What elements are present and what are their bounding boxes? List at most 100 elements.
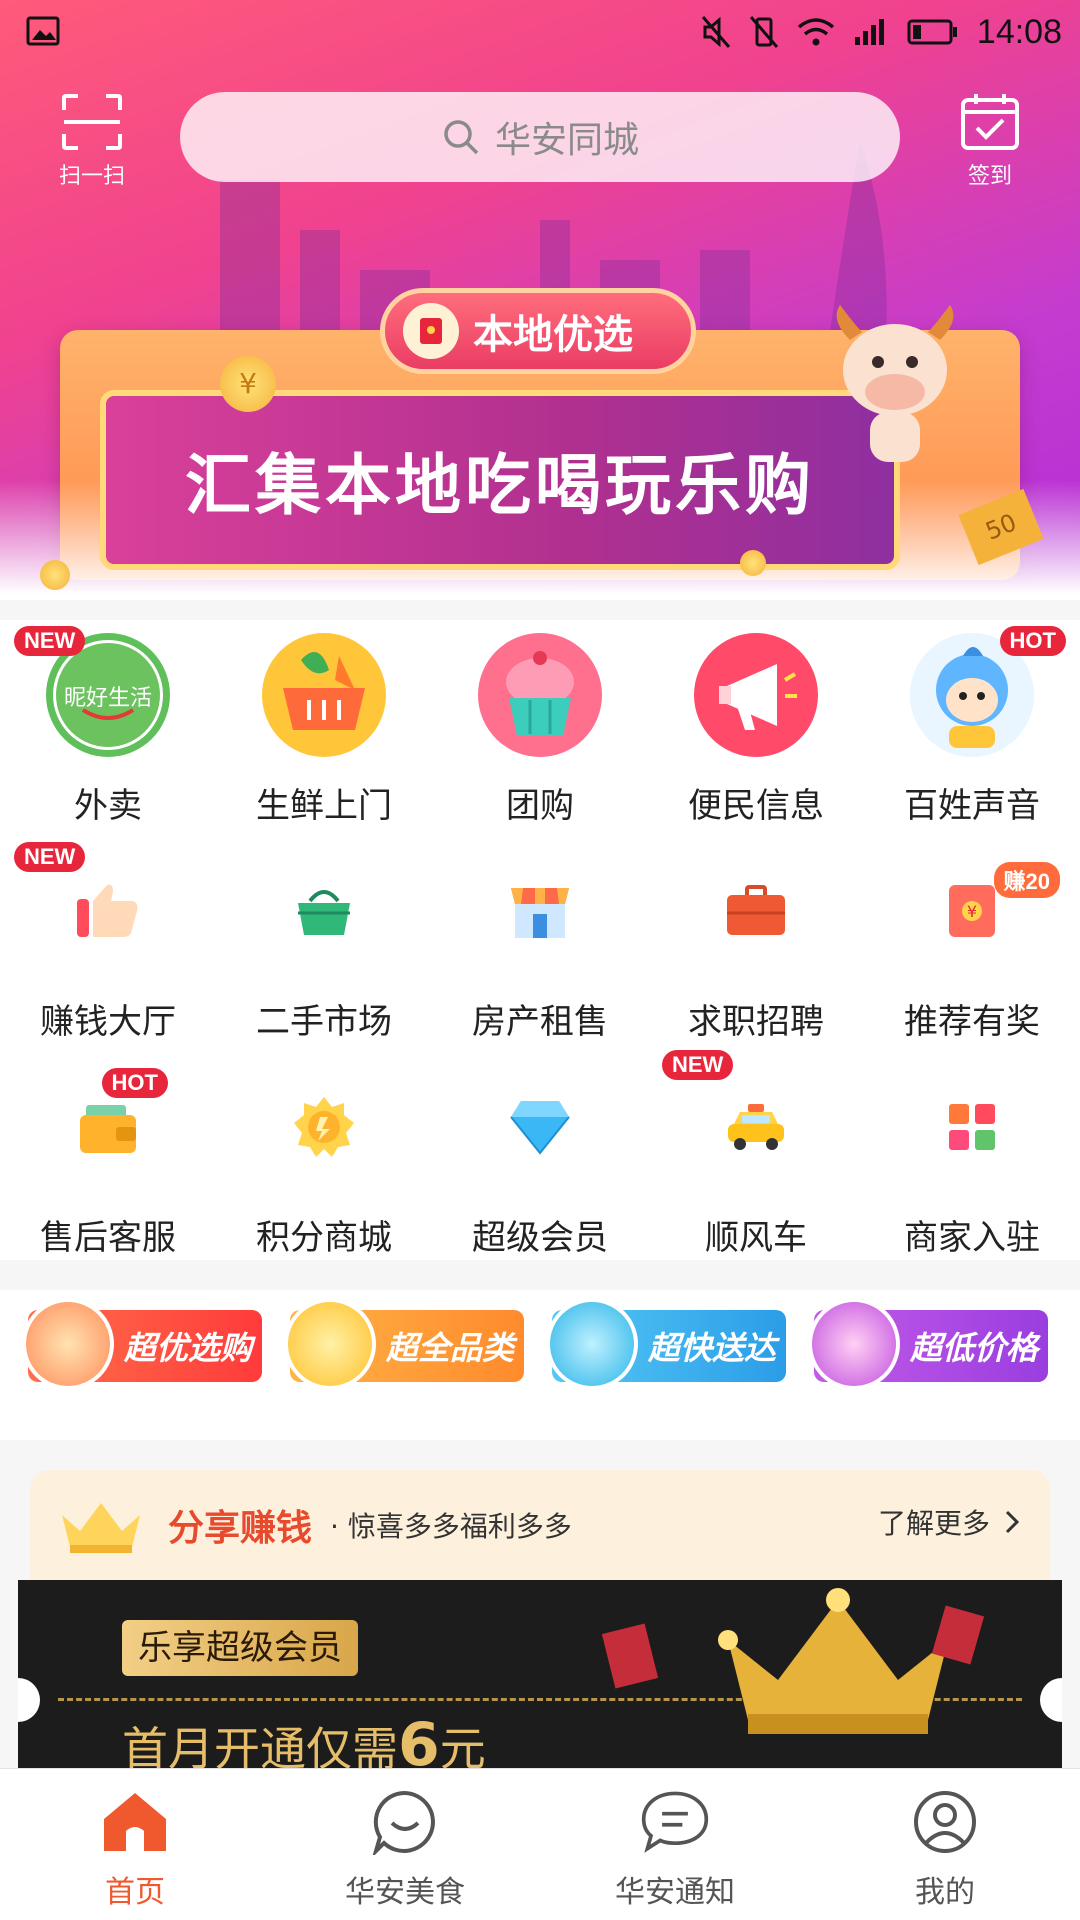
gold-coin-icon (259, 1062, 389, 1192)
grid-item-merchant-join[interactable]: 商家入驻 (864, 1052, 1080, 1258)
nav-profile[interactable]: 我的 (810, 1787, 1080, 1911)
banner-tag-pill: 本地优选 (380, 288, 696, 374)
banner-headline-box[interactable]: 汇集本地吃喝玩乐购 (100, 390, 900, 570)
grid-item-public-voice[interactable]: HOT 百姓声音 (864, 620, 1080, 826)
nav-food[interactable]: 华安美食 (270, 1787, 540, 1911)
diamond-icon (475, 1062, 605, 1192)
share-title: 分享赚钱 (168, 1508, 313, 1549)
grid-label: 百姓声音 (904, 786, 1040, 826)
coupon-value: 50 (981, 508, 1021, 546)
grid-item-group-buy[interactable]: 团购 (432, 620, 648, 826)
status-icons: 14:08 (701, 10, 1062, 54)
promo-tag: 乐享超级会员 (122, 1620, 358, 1676)
grid-item-super-member[interactable]: 超级会员 (432, 1052, 648, 1258)
checkin-button[interactable]: 签到 (950, 92, 1030, 190)
new-badge: NEW (14, 626, 86, 656)
nav-label: 我的 (915, 1875, 975, 1910)
wifi-icon (797, 18, 835, 46)
grid-label: 推荐有奖 (904, 1002, 1040, 1042)
feature-full-category[interactable]: 超全品类 (284, 1298, 524, 1390)
grid-label: 售后客服 (40, 1218, 176, 1258)
coin-icon: ¥ (220, 356, 276, 412)
grid-label: 便民信息 (688, 786, 824, 826)
phone-icon (808, 1298, 900, 1390)
hero-banner-area: 本地优选 汇集本地吃喝玩乐购 ¥ 50 (0, 0, 1080, 600)
signal-icon (854, 19, 884, 45)
search-bar[interactable]: 华安同城 (180, 92, 900, 182)
message-icon (640, 1787, 710, 1857)
hot-badge: HOT (999, 626, 1066, 656)
feature-label: 超快送达 (648, 1329, 777, 1367)
ticket-notch (1040, 1678, 1062, 1722)
share-earn-bar[interactable]: 分享赚钱 · 惊喜多多福利多多 了解更多 (30, 1470, 1050, 1580)
basket-icon (259, 846, 389, 976)
crown-icon (62, 1503, 140, 1553)
ticket-notch (18, 1678, 40, 1722)
grid-label: 房产租售 (472, 1002, 608, 1042)
grid-item-after-sales[interactable]: HOT 售后客服 (0, 1052, 216, 1258)
vegetable-basket-icon (259, 630, 389, 760)
membership-promo-banner[interactable]: 乐享超级会员 首月开通仅需6元 (18, 1580, 1062, 1770)
feature-low-price[interactable]: 超低价格 (808, 1298, 1048, 1390)
grid-label: 积分商城 (256, 1218, 392, 1258)
search-icon (444, 120, 479, 155)
banner-headline: 汇集本地吃喝玩乐购 (185, 447, 815, 524)
hot-badge: HOT (101, 1068, 168, 1098)
feature-fast-delivery[interactable]: 超快送达 (546, 1298, 786, 1390)
gold-crown-icon (718, 1588, 958, 1734)
learn-more-link[interactable]: 了解更多 (878, 1502, 1020, 1542)
new-badge: NEW (14, 842, 86, 872)
home-icon (100, 1787, 170, 1857)
cow-mascot-icon (836, 305, 954, 462)
grid-label: 求职招聘 (688, 1002, 824, 1042)
grid-item-earn-hall[interactable]: NEW 赚钱大厅 (0, 836, 216, 1042)
nav-label: 首页 (105, 1875, 165, 1910)
calendar-check-icon (961, 94, 1019, 150)
cake-icon (22, 1298, 114, 1390)
battery-icon (907, 19, 957, 45)
red-envelope-icon (403, 303, 459, 359)
smile-chat-icon (370, 1787, 440, 1857)
banner-tag-text: 本地优选 (473, 312, 633, 358)
feature-label: 超优选购 (124, 1329, 253, 1367)
feature-best-pick[interactable]: 超优选购 (22, 1298, 262, 1390)
grid-item-fresh-delivery[interactable]: 生鲜上门 (216, 620, 432, 826)
feature-label: 超低价格 (910, 1329, 1039, 1367)
megaphone-icon (691, 630, 821, 760)
grid-label: 二手市场 (256, 1002, 392, 1042)
grid-item-carpool[interactable]: NEW 顺风车 (648, 1050, 864, 1258)
status-time: 14:08 (976, 12, 1062, 51)
grid-item-property[interactable]: 房产租售 (432, 836, 648, 1042)
mute-icon (701, 16, 731, 48)
grid-label: 生鲜上门 (256, 786, 392, 826)
feature-strip: 超优选购 超全品类 超快送达 超低价格 (0, 1290, 1080, 1440)
grid-item-takeout[interactable]: 昵好生活 NEW 外卖 (0, 620, 216, 826)
coin-icon (40, 560, 70, 590)
grid-label: 外卖 (74, 786, 142, 826)
search-placeholder: 华安同城 (494, 120, 639, 161)
nav-home[interactable]: 首页 (0, 1787, 270, 1911)
grid-item-local-info[interactable]: 便民信息 (648, 620, 864, 826)
checkin-label: 签到 (967, 164, 1012, 189)
service-grid: 昵好生活 NEW 外卖 生鲜上门 团购 便民信息 HOT 百姓声音 NEW 赚钱… (0, 620, 1080, 1260)
grid-item-referral[interactable]: ¥ 赚20 推荐有奖 (864, 836, 1080, 1042)
reward-badge: 赚20 (993, 862, 1060, 898)
grid-item-secondhand[interactable]: 二手市场 (216, 836, 432, 1042)
user-icon (910, 1787, 980, 1857)
scan-label: 扫一扫 (58, 164, 125, 189)
grid-label: 赚钱大厅 (40, 1002, 176, 1042)
scan-icon (62, 94, 122, 150)
svg-text:¥: ¥ (967, 902, 977, 921)
vibrate-off-icon (749, 16, 779, 48)
status-bar: 14:08 (0, 0, 1080, 64)
cupcake-icon (475, 630, 605, 760)
nav-notice[interactable]: 华安通知 (540, 1787, 810, 1911)
app-grid-icon (907, 1062, 1037, 1192)
grid-item-points-mall[interactable]: 积分商城 (216, 1052, 432, 1258)
grid-label: 团购 (506, 786, 574, 826)
scan-button[interactable]: 扫一扫 (52, 92, 132, 190)
learn-more-label: 了解更多 (877, 1507, 990, 1540)
grid-item-jobs[interactable]: 求职招聘 (648, 836, 864, 1042)
nihao-logo-text: 昵好生活 (63, 686, 152, 711)
grid-label: 顺风车 (705, 1218, 807, 1258)
